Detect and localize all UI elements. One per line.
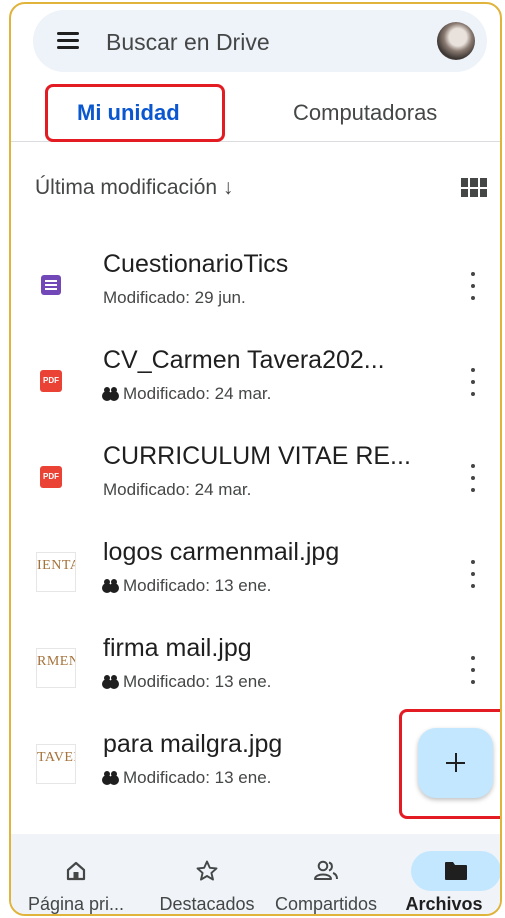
shared-icon — [103, 771, 119, 782]
nav-starred[interactable]: Destacados — [147, 834, 267, 914]
list-item[interactable]: PDF CURRICULUM VITAE RE... Modificado: 2… — [11, 442, 500, 538]
file-modified-row: Modificado: 24 mar. — [103, 384, 271, 404]
nav-shared[interactable]: Compartidos — [266, 834, 386, 914]
file-modified: Modificado: 13 ene. — [123, 672, 272, 691]
file-name: CURRICULUM VITAE RE... — [103, 442, 411, 470]
avatar[interactable] — [437, 22, 475, 60]
file-modified: Modificado: 29 jun. — [103, 288, 246, 307]
file-name: CV_Carmen Tavera202... — [103, 346, 385, 374]
sort-button[interactable]: Última modificación ↓ — [35, 176, 233, 200]
shared-icon — [314, 860, 338, 880]
nav-label: Página pri... — [27, 894, 125, 914]
file-modified-row: Modificado: 13 ene. — [103, 768, 271, 788]
image-thumbnail: IENTA — [36, 552, 76, 592]
home-icon — [66, 861, 86, 881]
search-input[interactable]: Buscar en Drive — [106, 29, 270, 56]
file-name: CuestionarioTics — [103, 250, 289, 278]
tab-computadoras[interactable]: Computadoras — [293, 100, 437, 126]
folder-icon — [445, 862, 467, 880]
file-modified: Modificado: 24 mar. — [103, 480, 252, 499]
more-options-icon[interactable] — [469, 272, 477, 300]
thumbnail-text: RMEN — [37, 654, 76, 669]
highlight-box-tab — [45, 84, 225, 142]
more-options-icon[interactable] — [469, 464, 477, 492]
highlight-box-fab — [399, 709, 500, 819]
shared-icon — [103, 675, 119, 686]
file-modified-row: Modificado: 13 ene. — [103, 672, 271, 692]
grid-view-icon[interactable] — [461, 178, 487, 197]
nav-files[interactable]: Archivos — [384, 834, 500, 914]
file-name: para mailgra.jpg — [103, 730, 283, 758]
more-options-icon[interactable] — [469, 368, 477, 396]
menu-icon[interactable] — [57, 32, 79, 49]
more-options-icon[interactable] — [469, 656, 477, 684]
star-icon — [196, 860, 218, 881]
tab-bar: Mi unidad Computadoras — [11, 80, 500, 142]
list-item[interactable]: PDF CV_Carmen Tavera202... Modificado: 2… — [11, 346, 500, 442]
nav-label: Compartidos — [274, 894, 378, 914]
list-item[interactable]: CuestionarioTics Modificado: 29 jun. — [11, 250, 500, 346]
thumbnail-text: IENTA — [37, 558, 75, 573]
file-modified: Modificado: 13 ene. — [123, 576, 272, 595]
pdf-icon: PDF — [40, 370, 62, 392]
shared-icon — [103, 387, 119, 398]
image-thumbnail: TAVER — [36, 744, 76, 784]
list-item[interactable]: IENTA logos carmenmail.jpg Modificado: 1… — [11, 538, 500, 634]
nav-label: Destacados — [159, 894, 255, 914]
file-modified: Modificado: 24 mar. — [123, 384, 272, 403]
phone-screen: Buscar en Drive Mi unidad Computadoras Ú… — [9, 2, 502, 916]
file-modified: Modificado: 13 ene. — [123, 768, 272, 787]
forms-icon — [41, 275, 61, 295]
pdf-icon: PDF — [40, 466, 62, 488]
nav-home[interactable]: Página pri... — [16, 834, 136, 914]
nav-label: Archivos — [405, 894, 483, 914]
bottom-nav: Página pri... Destacados Compartidos Arc… — [11, 834, 500, 914]
shared-icon — [103, 579, 119, 590]
image-thumbnail: RMEN — [36, 648, 76, 688]
file-modified-row: Modificado: 13 ene. — [103, 576, 271, 596]
thumbnail-text: TAVER — [37, 750, 75, 765]
more-options-icon[interactable] — [469, 560, 477, 588]
search-bar[interactable]: Buscar en Drive — [33, 10, 487, 72]
file-name: firma mail.jpg — [103, 634, 252, 662]
file-name: logos carmenmail.jpg — [103, 538, 340, 566]
